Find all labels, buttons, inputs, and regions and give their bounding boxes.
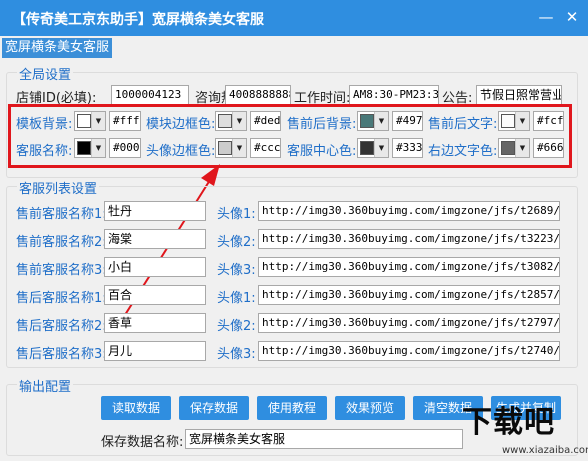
- save-name-field[interactable]: 宽屏横条美女客服: [185, 429, 463, 449]
- staff-name-field[interactable]: 百合: [104, 285, 206, 305]
- staff-name-label: 售前客服名称1:: [16, 207, 107, 222]
- avatar-label: 头像2:: [217, 235, 256, 250]
- staff-name-field[interactable]: 牡丹: [104, 201, 206, 221]
- staff-name-label: 售后客服名称1:: [16, 291, 107, 306]
- load-data-button[interactable]: 读取数据: [101, 396, 171, 420]
- avatar-label: 头像2:: [217, 319, 256, 334]
- watermark-text: 下载吧: [462, 405, 555, 440]
- avatar-label: 头像1:: [217, 207, 256, 222]
- avatar-url-field[interactable]: http://img30.360buyimg.com/imgzone/jfs/t…: [258, 229, 560, 249]
- watermark-logo: 下载吧 www.xiazaiba.com: [462, 393, 588, 461]
- preview-button[interactable]: 效果预览: [335, 396, 405, 420]
- avatar-url-field[interactable]: http://img30.360buyimg.com/imgzone/jfs/t…: [258, 341, 560, 361]
- avatar-url-field[interactable]: http://img30.360buyimg.com/imgzone/jfs/t…: [258, 257, 560, 277]
- staff-name-field[interactable]: 香草: [104, 313, 206, 333]
- save-data-button[interactable]: 保存数据: [179, 396, 249, 420]
- staff-name-label: 售后客服名称2:: [16, 319, 107, 334]
- avatar-label: 头像3:: [217, 347, 256, 362]
- avatar-url-field[interactable]: http://img30.360buyimg.com/imgzone/jfs/t…: [258, 313, 560, 333]
- tutorial-button[interactable]: 使用教程: [257, 396, 327, 420]
- staff-name-field[interactable]: 海棠: [104, 229, 206, 249]
- save-name-label: 保存数据名称:: [101, 435, 184, 450]
- avatar-url-field[interactable]: http://img30.360buyimg.com/imgzone/jfs/t…: [258, 285, 560, 305]
- output-settings-legend: 输出配置: [17, 376, 74, 395]
- staff-name-field[interactable]: 小白: [104, 257, 206, 277]
- staff-name-label: 售前客服名称3:: [16, 263, 107, 278]
- staff-name-label: 售前客服名称2:: [16, 235, 107, 250]
- arrow-head: [201, 164, 220, 186]
- avatar-url-field[interactable]: http://img30.360buyimg.com/imgzone/jfs/t…: [258, 201, 560, 221]
- staff-list-legend: 客服列表设置: [17, 178, 100, 197]
- avatar-label: 头像3:: [217, 263, 256, 278]
- watermark-url: www.xiazaiba.com: [502, 445, 588, 456]
- staff-name-field[interactable]: 月儿: [104, 341, 206, 361]
- staff-name-label: 售后客服名称3:: [16, 347, 107, 362]
- avatar-label: 头像1:: [217, 291, 256, 306]
